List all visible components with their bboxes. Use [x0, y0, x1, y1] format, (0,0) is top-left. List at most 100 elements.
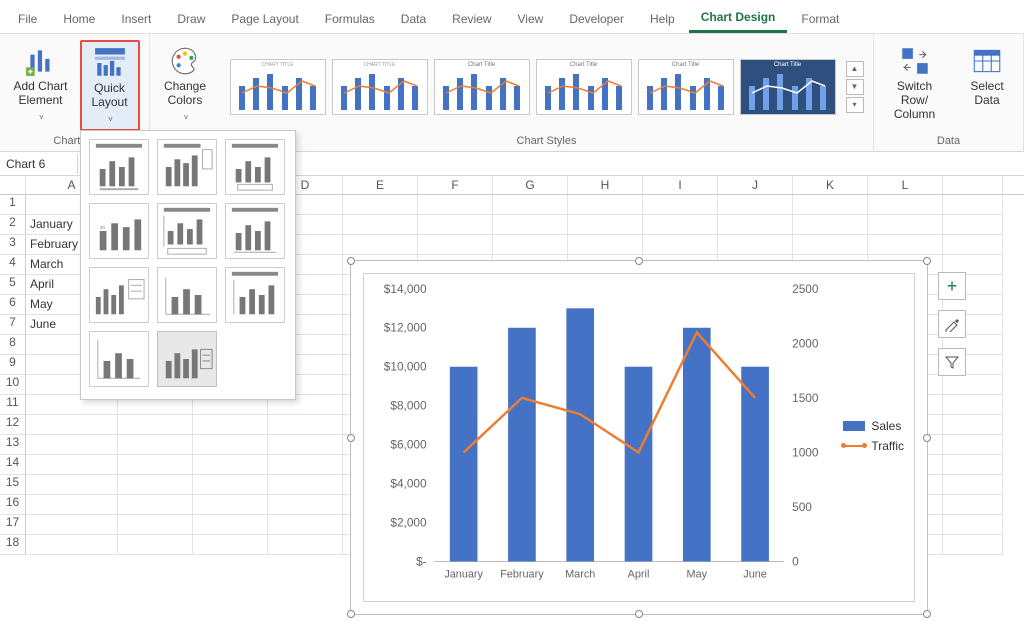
row-header-4[interactable]: 4 [0, 255, 26, 275]
cell[interactable] [943, 195, 1003, 215]
tab-developer[interactable]: Developer [557, 6, 636, 32]
row-header-9[interactable]: 9 [0, 355, 26, 375]
cell[interactable] [268, 535, 343, 555]
row-header-13[interactable]: 13 [0, 435, 26, 455]
cell[interactable] [268, 515, 343, 535]
layout-2[interactable] [157, 139, 217, 195]
cell[interactable] [718, 235, 793, 255]
cell[interactable] [943, 435, 1003, 455]
cell[interactable] [793, 195, 868, 215]
cell[interactable] [268, 495, 343, 515]
layout-7[interactable] [89, 267, 149, 323]
cell[interactable] [118, 495, 193, 515]
cell[interactable] [118, 535, 193, 555]
cell[interactable] [268, 415, 343, 435]
col-J[interactable]: J [718, 176, 793, 194]
col-L[interactable]: L [868, 176, 943, 194]
chart-filters-button[interactable] [938, 348, 966, 376]
cell[interactable] [343, 195, 418, 215]
row-header-8[interactable]: 8 [0, 335, 26, 355]
cell[interactable] [943, 455, 1003, 475]
chart-elements-button[interactable]: + [938, 272, 966, 300]
cell[interactable] [943, 515, 1003, 535]
chart-style-2[interactable]: CHART TITLE [332, 59, 428, 115]
name-box[interactable]: Chart 6 [0, 154, 78, 174]
cell[interactable] [193, 435, 268, 455]
cell[interactable] [943, 215, 1003, 235]
cell[interactable] [193, 475, 268, 495]
cell[interactable] [418, 195, 493, 215]
cell[interactable] [793, 235, 868, 255]
switch-row-column-button[interactable]: Switch Row/ Column [880, 40, 949, 125]
cell[interactable] [643, 215, 718, 235]
chart-style-6[interactable]: Chart Title [740, 59, 836, 115]
cell[interactable] [343, 235, 418, 255]
cell[interactable] [193, 415, 268, 435]
row-header-11[interactable]: 11 [0, 395, 26, 415]
tab-insert[interactable]: Insert [109, 6, 163, 32]
tab-formulas[interactable]: Formulas [313, 6, 387, 32]
cell[interactable] [868, 195, 943, 215]
row-header-17[interactable]: 17 [0, 515, 26, 535]
cell[interactable] [118, 455, 193, 475]
cell[interactable] [718, 215, 793, 235]
cell[interactable] [268, 475, 343, 495]
chart-legend[interactable]: Sales Traffic [843, 419, 904, 459]
col-E[interactable]: E [343, 176, 418, 194]
row-header-2[interactable]: 2 [0, 215, 26, 235]
cell[interactable] [568, 235, 643, 255]
row-header-10[interactable]: 10 [0, 375, 26, 395]
cell[interactable] [343, 215, 418, 235]
chart-style-1[interactable]: CHART TITLE [230, 59, 326, 115]
layout-5[interactable] [157, 203, 217, 259]
layout-9[interactable] [225, 267, 285, 323]
cell[interactable] [868, 235, 943, 255]
cell[interactable] [193, 495, 268, 515]
add-chart-element-button[interactable]: Add Chart Element [9, 40, 71, 127]
layout-6[interactable] [225, 203, 285, 259]
row-header-1[interactable]: 1 [0, 195, 26, 215]
row-header-14[interactable]: 14 [0, 455, 26, 475]
cell[interactable] [493, 195, 568, 215]
chart-styles-button[interactable] [938, 310, 966, 338]
chart-style-4[interactable]: Chart Title [536, 59, 632, 115]
col-F[interactable]: F [418, 176, 493, 194]
cell[interactable] [193, 535, 268, 555]
col-G[interactable]: G [493, 176, 568, 194]
cell[interactable] [418, 235, 493, 255]
cell[interactable] [26, 415, 118, 435]
chart-plot-area[interactable]: $14,000$12,000$10,000$8,000$6,000$4,000$… [363, 273, 915, 602]
cell[interactable] [26, 495, 118, 515]
cell[interactable] [26, 435, 118, 455]
cell[interactable] [568, 195, 643, 215]
row-header-6[interactable]: 6 [0, 295, 26, 315]
layout-8[interactable] [157, 267, 217, 323]
cell[interactable] [268, 455, 343, 475]
cell[interactable] [26, 475, 118, 495]
tab-chart-design[interactable]: Chart Design [689, 4, 788, 33]
chart-style-up[interactable]: ▲ [846, 61, 864, 77]
cell[interactable] [268, 435, 343, 455]
layout-10[interactable] [89, 331, 149, 387]
cell[interactable] [118, 435, 193, 455]
row-header-15[interactable]: 15 [0, 475, 26, 495]
row-header-3[interactable]: 3 [0, 235, 26, 255]
cell[interactable] [943, 415, 1003, 435]
cell[interactable] [193, 455, 268, 475]
cell[interactable] [26, 535, 118, 555]
select-data-button[interactable]: Select Data [957, 40, 1017, 112]
cell[interactable] [793, 215, 868, 235]
cell[interactable] [26, 455, 118, 475]
tab-pagelayout[interactable]: Page Layout [219, 6, 310, 32]
col-H[interactable]: H [568, 176, 643, 194]
layout-4[interactable]: 20 [89, 203, 149, 259]
tab-format[interactable]: Format [789, 6, 851, 32]
cell[interactable] [943, 535, 1003, 555]
tab-file[interactable]: File [6, 6, 49, 32]
col-K[interactable]: K [793, 176, 868, 194]
cell[interactable] [718, 195, 793, 215]
col-I[interactable]: I [643, 176, 718, 194]
cell[interactable] [643, 195, 718, 215]
tab-review[interactable]: Review [440, 6, 503, 32]
cell[interactable] [943, 495, 1003, 515]
